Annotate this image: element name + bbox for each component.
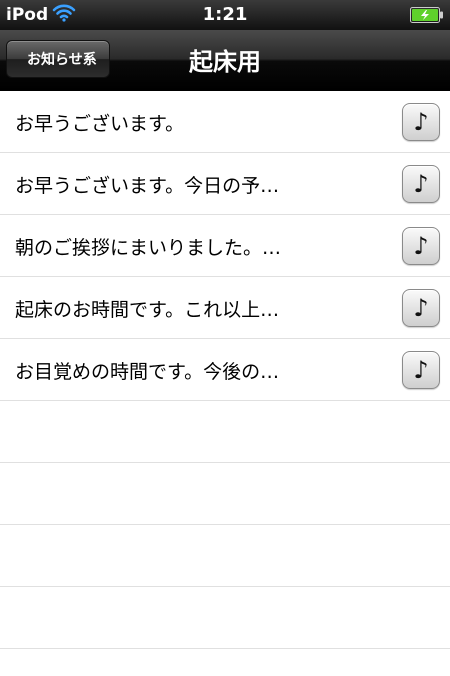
list-item[interactable]: 朝のご挨拶にまいりました。… ♪ — [0, 215, 450, 277]
list-item[interactable]: お早うございます。 ♪ — [0, 91, 450, 153]
battery-charging-icon — [410, 7, 443, 23]
empty-row — [0, 401, 450, 463]
music-note-icon[interactable]: ♪ — [402, 165, 440, 203]
list-item-label: 起床のお時間です。これ以上… — [15, 299, 280, 321]
list-item[interactable]: 起床のお時間です。これ以上… ♪ — [0, 277, 450, 339]
list-item[interactable]: お早うございます。今日の予… ♪ — [0, 153, 450, 215]
sound-list: お早うございます。 ♪ お早うございます。今日の予… ♪ 朝のご挨拶にまいりまし… — [0, 91, 450, 649]
empty-row — [0, 525, 450, 587]
navigation-bar: お知らせ系 起床用 — [0, 30, 450, 91]
list-item[interactable]: お目覚めの時間です。今後の… ♪ — [0, 339, 450, 401]
music-note-icon[interactable]: ♪ — [402, 103, 440, 141]
empty-row — [0, 463, 450, 525]
empty-row — [0, 587, 450, 649]
list-item-label: 朝のご挨拶にまいりました。… — [15, 237, 282, 259]
list-item-label: お早うございます。 — [15, 113, 185, 135]
list-item-label: お早うございます。今日の予… — [15, 175, 280, 197]
music-note-icon[interactable]: ♪ — [402, 289, 440, 327]
status-bar: iPod 1:21 — [0, 0, 450, 30]
music-note-icon[interactable]: ♪ — [402, 351, 440, 389]
clock: 1:21 — [202, 4, 248, 25]
music-note-icon[interactable]: ♪ — [402, 227, 440, 265]
page-title: 起床用 — [189, 48, 261, 76]
list-item-label: お目覚めの時間です。今後の… — [15, 361, 280, 383]
